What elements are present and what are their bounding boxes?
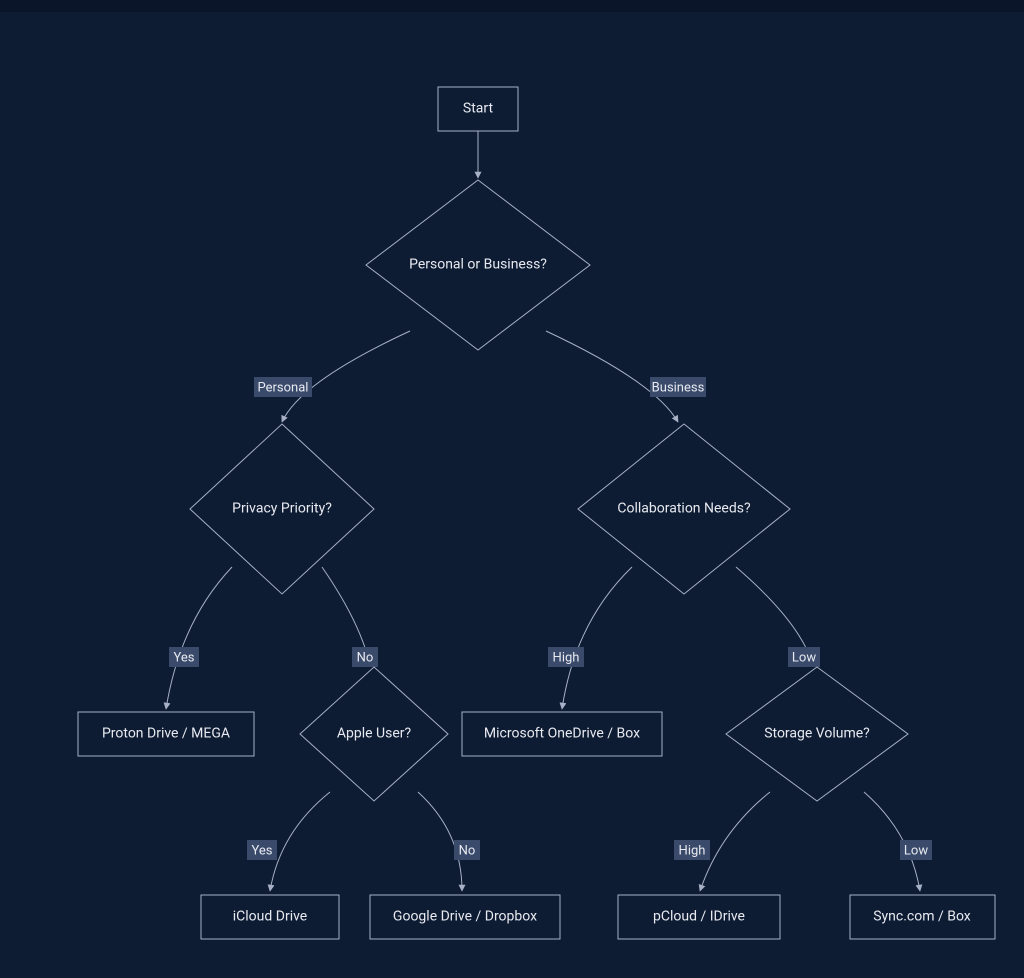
node-proton-label: Proton Drive / MEGA: [102, 726, 230, 742]
edge-label-no2: No: [459, 843, 476, 858]
node-storage-label: Storage Volume?: [764, 726, 870, 742]
node-privacy-label: Privacy Priority?: [232, 501, 332, 517]
edge-label-yes1: Yes: [174, 650, 195, 665]
edge-label-low2: Low: [904, 843, 928, 858]
edge-label-business: Business: [652, 380, 705, 395]
edge-label-yes2: Yes: [252, 843, 273, 858]
edge-label-high2: High: [679, 843, 706, 858]
edge-label-no1: No: [357, 650, 374, 665]
edge-privacy-proton: [166, 567, 232, 709]
flowchart-canvas: Personal Business Yes No High Low Yes No…: [0, 12, 1024, 978]
node-msod-label: Microsoft OneDrive / Box: [484, 726, 640, 742]
edge-storage-pcloud: [700, 792, 770, 891]
edge-pob-privacy: [282, 331, 410, 422]
node-sync-label: Sync.com / Box: [873, 909, 971, 925]
node-collab-label: Collaboration Needs?: [617, 501, 751, 517]
node-pob-label: Personal or Business?: [409, 257, 547, 273]
node-icloud-label: iCloud Drive: [233, 909, 307, 925]
node-apple-label: Apple User?: [337, 726, 412, 742]
edge-label-low1: Low: [792, 650, 816, 665]
node-gdrive-label: Google Drive / Dropbox: [393, 909, 537, 925]
edge-label-high1: High: [553, 650, 580, 665]
edge-apple-icloud: [270, 792, 330, 891]
node-pcloud-label: pCloud / IDrive: [653, 909, 745, 925]
top-strip: [0, 0, 1024, 12]
edge-pob-collab: [546, 331, 678, 422]
edge-label-personal: Personal: [258, 380, 309, 395]
edge-collab-msod: [562, 567, 632, 709]
node-start-label: Start: [463, 101, 494, 117]
